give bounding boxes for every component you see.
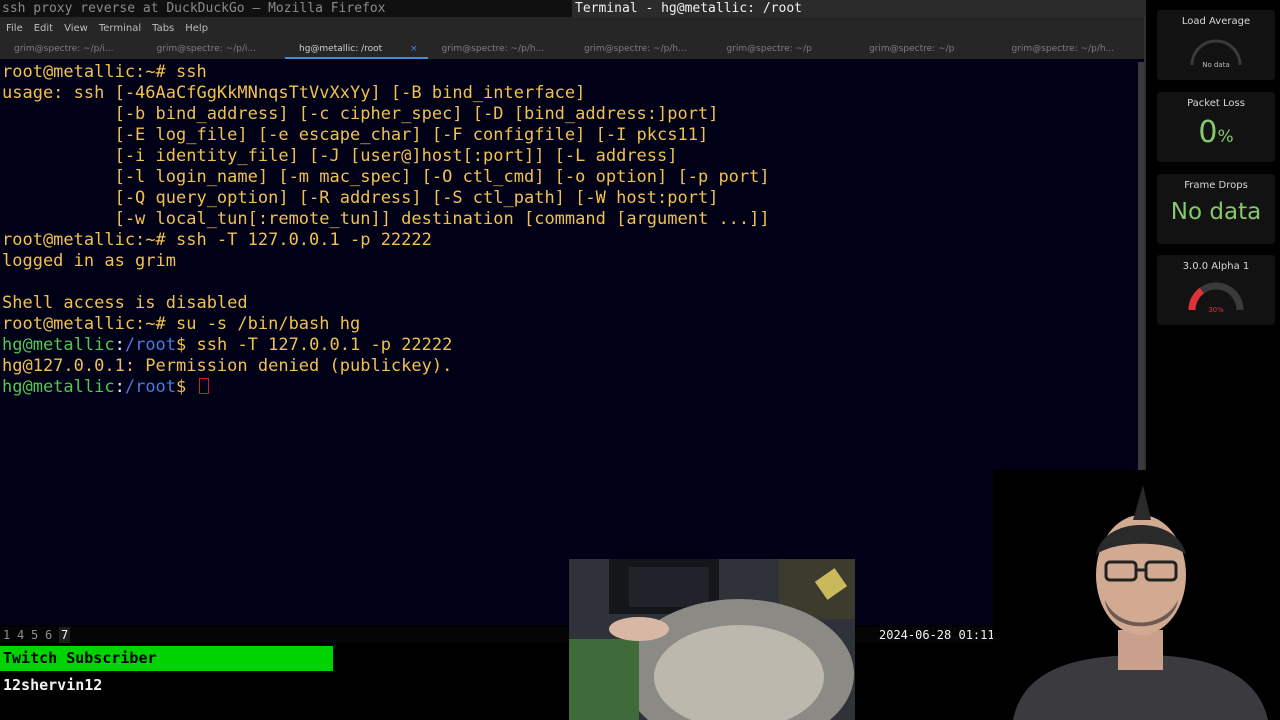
tab[interactable]: grim@spectre: ~/p/i... xyxy=(143,39,286,59)
tab-bar: grim@spectre: ~/p/i... grim@spectre: ~/p/… xyxy=(0,39,1144,59)
terminal-segment: : xyxy=(114,335,125,355)
menu-bar: File Edit View Terminal Tabs Help xyxy=(0,17,1144,39)
terminal-line: root@metallic:~# su -s /bin/bash hg xyxy=(2,314,1138,335)
terminal-line: hg@metallic:/root$ xyxy=(2,377,1138,398)
tab-label: grim@spectre: ~/p/h... xyxy=(584,44,687,54)
tab-active[interactable]: hg@metallic: /root × xyxy=(285,39,428,59)
terminal-segment: $ xyxy=(176,377,197,397)
tab-label: grim@spectre: ~/p/i... xyxy=(14,44,114,54)
terminal-segment: root@metallic:~# ssh xyxy=(2,62,207,82)
workspace-4[interactable]: 4 xyxy=(17,627,24,643)
menu-help[interactable]: Help xyxy=(185,23,208,34)
terminal-segment: hg@metallic xyxy=(2,335,115,355)
terminal-line: [-b bind_address] [-c cipher_spec] [-D [… xyxy=(2,104,1138,125)
terminal-segment: [-E log_file] [-e escape_char] [-F confi… xyxy=(2,125,709,145)
terminal-segment: root@metallic:~# su -s /bin/bash hg xyxy=(2,314,361,334)
streamer-webcam xyxy=(993,470,1280,720)
packet-loss-widget: Packet Loss 0% xyxy=(1157,92,1275,162)
subscriber-name: 12shervin12 xyxy=(3,676,103,694)
load-average-widget: Load Average No data xyxy=(1157,10,1275,80)
tab-label: grim@spectre: ~/p xyxy=(726,44,812,54)
terminal-segment: [-i identity_file] [-J [user@]host[:port… xyxy=(2,146,678,166)
terminal-window-title[interactable]: Terminal - hg@metallic: /root xyxy=(572,0,1146,17)
tab[interactable]: grim@spectre: ~/p/h... xyxy=(998,39,1141,59)
tab-label: hg@metallic: /root xyxy=(299,44,383,54)
terminal-line: Shell access is disabled xyxy=(2,293,1138,314)
tab[interactable]: grim@spectre: ~/p xyxy=(855,39,998,59)
menu-tabs[interactable]: Tabs xyxy=(152,23,174,34)
menu-file[interactable]: File xyxy=(6,23,23,34)
terminal-line: hg@127.0.0.1: Permission denied (publick… xyxy=(2,356,1138,377)
workspace-6[interactable]: 6 xyxy=(45,627,52,643)
terminal-segment: hg@metallic xyxy=(2,377,115,397)
terminal-segment: Shell access is disabled xyxy=(2,293,248,313)
top-bar: ssh proxy reverse at DuckDuckGo — Mozill… xyxy=(0,0,1146,17)
terminal-output[interactable]: root@metallic:~# ssh usage: ssh [-46AaCfG… xyxy=(0,61,1140,621)
terminal-segment: logged in as grim xyxy=(2,251,176,271)
menu-edit[interactable]: Edit xyxy=(34,23,53,34)
terminal-window: File Edit View Terminal Tabs Help grim@spectr… xyxy=(0,17,1146,625)
load-average-label: No data xyxy=(1202,61,1230,69)
terminal-segment: [-l login_name] [-m mac_spec] [-O ctl_cm… xyxy=(2,167,770,187)
terminal-line: usage: ssh [-46AaCfGgKkMNnqsTtVvXxYy] [-… xyxy=(2,83,1138,104)
tab-label: grim@spectre: ~/p xyxy=(869,44,955,54)
terminal-line: root@metallic:~# ssh xyxy=(2,62,1138,83)
terminal-line: [-Q query_option] [-R address] [-S ctl_p… xyxy=(2,188,1138,209)
workspace-5[interactable]: 5 xyxy=(31,627,38,643)
terminal-segment: : xyxy=(114,377,125,397)
frame-drops-title: Frame Drops xyxy=(1184,180,1248,191)
workspace-1[interactable]: 1 xyxy=(3,627,10,643)
menu-view[interactable]: View xyxy=(64,23,88,34)
firefox-window-title[interactable]: ssh proxy reverse at DuckDuckGo — Mozill… xyxy=(2,0,386,17)
terminal-segment: usage: ssh [-46AaCfGgKkMNnqsTtVvXxYy] [-… xyxy=(2,83,586,103)
subscriber-banner: Twitch Subscriber xyxy=(0,646,333,671)
packet-loss-value: 0% xyxy=(1198,115,1234,150)
tab[interactable]: grim@spectre: ~/p xyxy=(713,39,856,59)
terminal-segment: /root xyxy=(124,335,177,355)
tab[interactable]: grim@spectre: ~/p/i... xyxy=(0,39,143,59)
terminal-segment: hg@127.0.0.1: Permission denied (publick… xyxy=(2,356,453,376)
terminal-segment: $ ssh -T 127.0.0.1 -p 22222 xyxy=(176,335,453,355)
terminal-cursor[interactable] xyxy=(198,378,209,394)
terminal-segment: /root xyxy=(124,377,177,397)
terminal-line: [-l login_name] [-m mac_spec] [-O ctl_cm… xyxy=(2,167,1138,188)
terminal-segment: [-Q query_option] [-R address] [-S ctl_p… xyxy=(2,188,719,208)
tab-label: grim@spectre: ~/p/h... xyxy=(1011,44,1115,54)
usage-gauge-label: 30% xyxy=(1208,306,1224,314)
terminal-line: [-i identity_file] [-J [user@]host[:port… xyxy=(2,146,1138,167)
terminal-segment: root@metallic:~# ssh -T 127.0.0.1 -p 222… xyxy=(2,230,432,250)
tab[interactable]: grim@spectre: ~/p/h... xyxy=(570,39,713,59)
version-title: 3.0.0 Alpha 1 xyxy=(1182,261,1250,272)
terminal-line: [-E log_file] [-e escape_char] [-F confi… xyxy=(2,125,1138,146)
packet-loss-title: Packet Loss xyxy=(1187,98,1245,109)
close-tab-icon[interactable]: × xyxy=(410,39,418,57)
frame-drops-value: No data xyxy=(1170,199,1262,225)
frame-drops-widget: Frame Drops No data xyxy=(1157,174,1275,244)
terminal-line: hg@metallic:/root$ ssh -T 127.0.0.1 -p 2… xyxy=(2,335,1138,356)
load-average-title: Load Average xyxy=(1181,16,1251,27)
terminal-segment: [-w local_tun[:remote_tun]] destination … xyxy=(2,209,770,229)
terminal-segment: [-b bind_address] [-c cipher_spec] [-D [… xyxy=(2,104,719,124)
terminal-line: [-w local_tun[:remote_tun]] destination … xyxy=(2,209,1138,230)
version-widget: 3.0.0 Alpha 1 30% xyxy=(1157,255,1275,325)
tab-label: grim@spectre: ~/p/i... xyxy=(156,44,256,54)
menu-terminal[interactable]: Terminal xyxy=(99,23,141,34)
pet-bed-camera xyxy=(569,559,855,720)
tab[interactable]: grim@spectre: ~/p/h... xyxy=(428,39,571,59)
workspace-7[interactable]: 7 xyxy=(59,627,71,643)
terminal-line: logged in as grim xyxy=(2,251,1138,272)
tab-label: grim@spectre: ~/p/h... xyxy=(441,44,545,54)
terminal-line: root@metallic:~# ssh -T 127.0.0.1 -p 222… xyxy=(2,230,1138,251)
